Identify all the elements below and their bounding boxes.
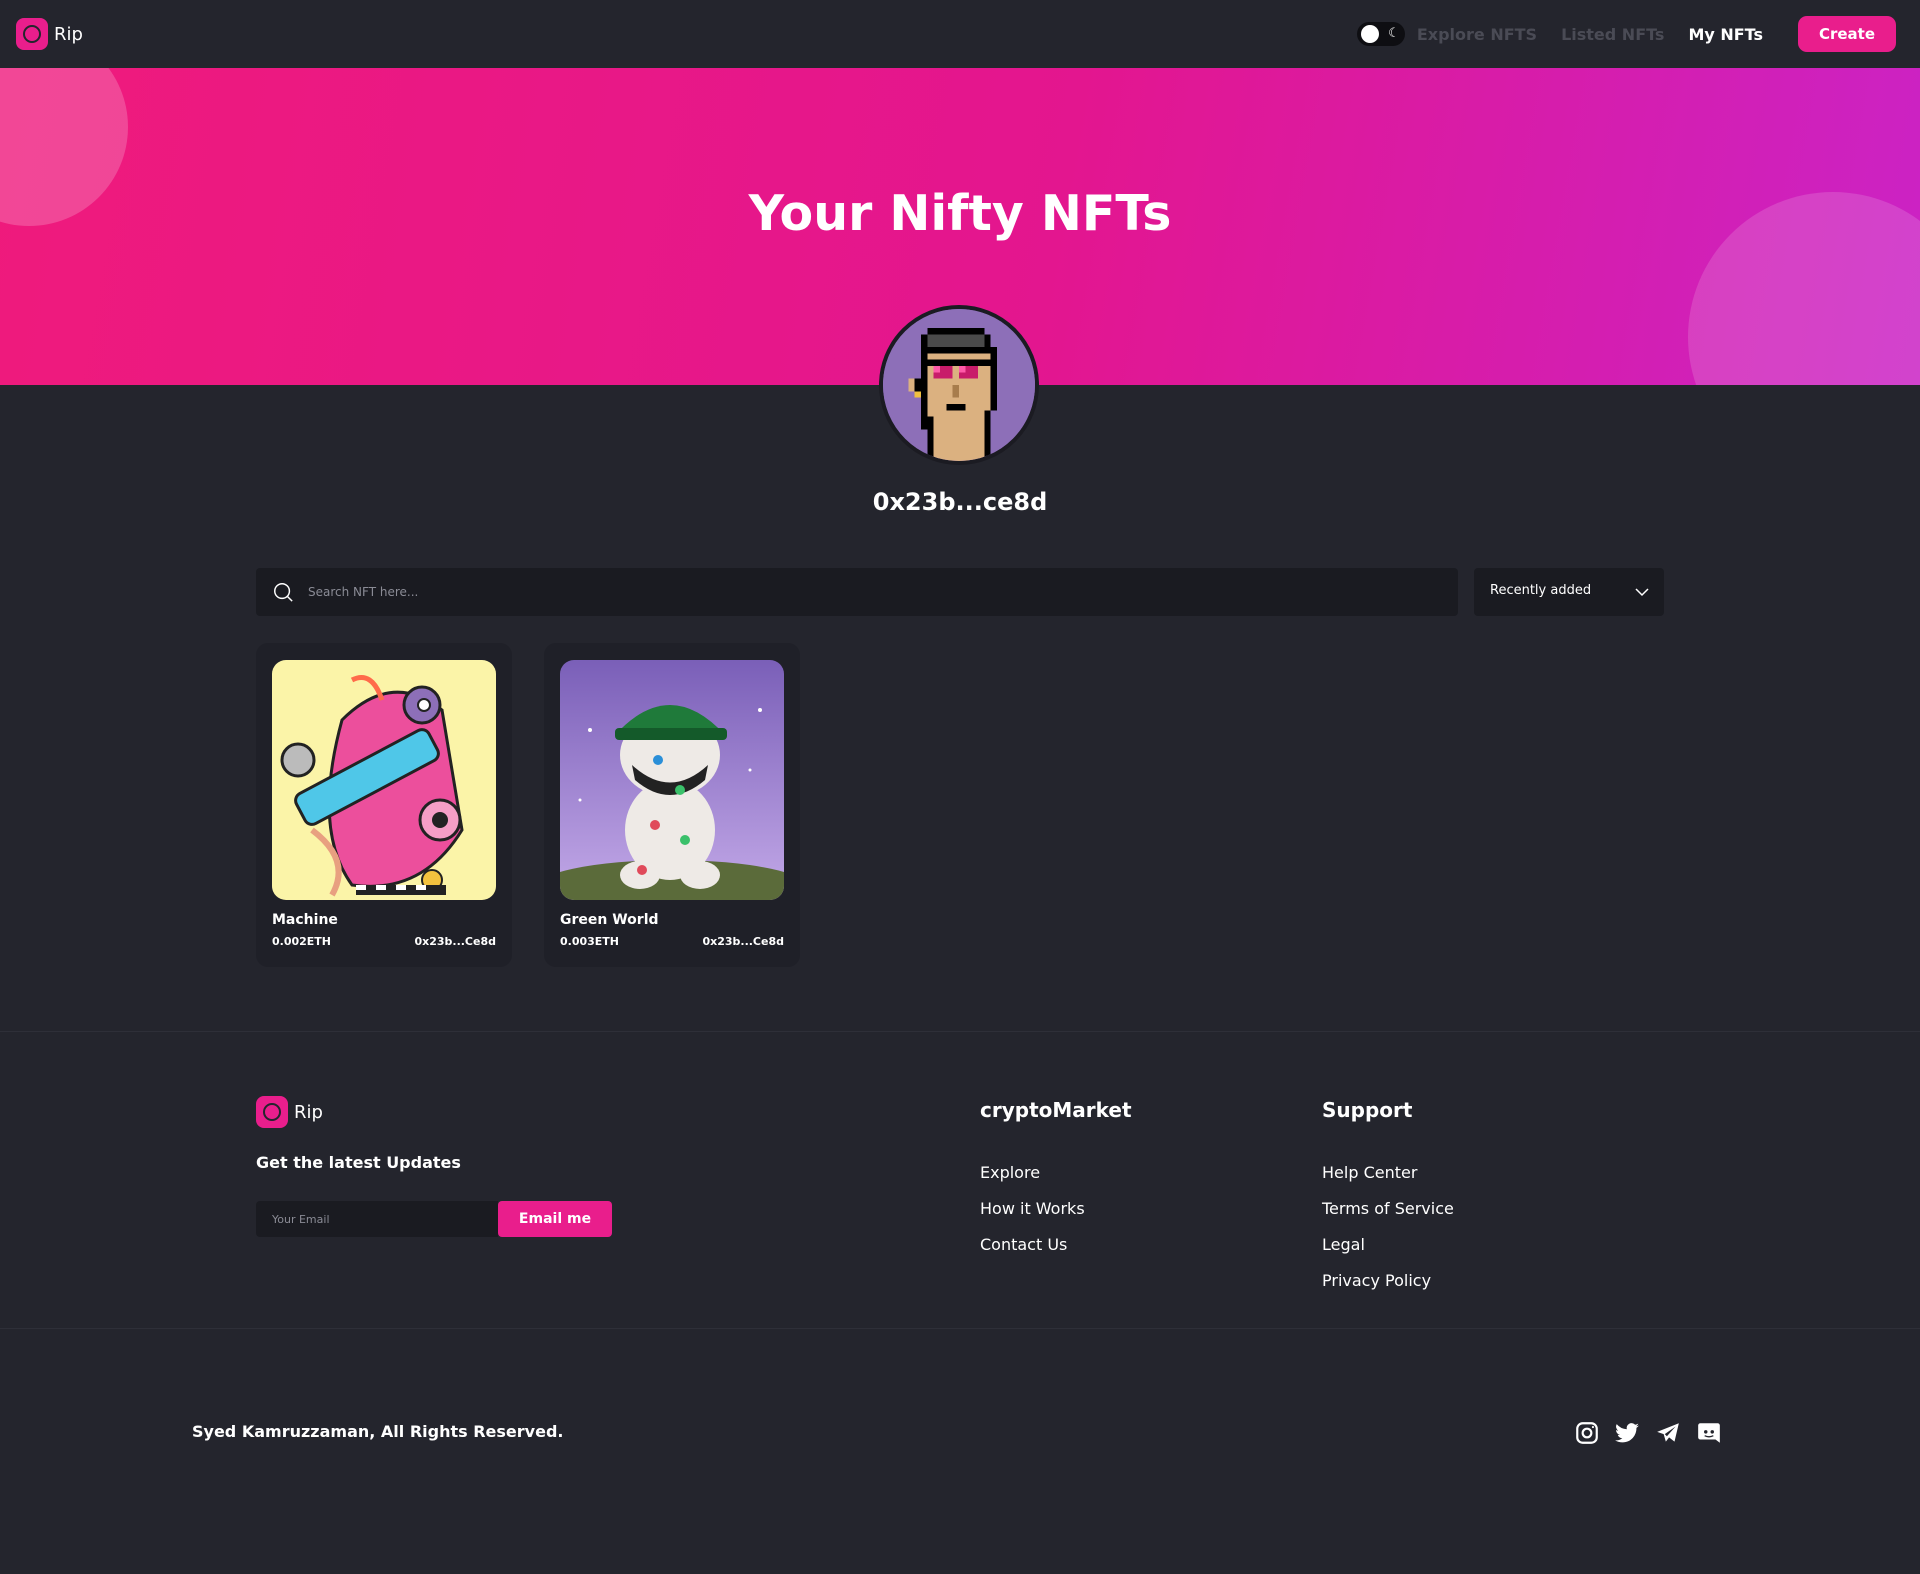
nft-card[interactable]: Green World 0.003ETH 0x23b...Ce8d [544, 643, 800, 967]
brand-name: Rip [54, 23, 83, 45]
footer-links-cryptomarket: Explore How it Works Contact Us [980, 1163, 1085, 1271]
copyright-text: Syed Kamruzzaman, All Rights Reserved. [192, 1422, 564, 1441]
nft-name: Machine [272, 912, 338, 928]
discord-icon[interactable] [1696, 1420, 1722, 1446]
footer-heading-support: Support [1322, 1098, 1413, 1122]
nav-links: ☾ Explore NFTS Listed NFTs My NFTs Creat… [1356, 16, 1896, 52]
create-button[interactable]: Create [1798, 16, 1896, 52]
search-input[interactable] [308, 568, 1438, 616]
footer-divider [0, 1031, 1920, 1032]
navbar: Rip ☾ Explore NFTS Listed NFTs My NFTs C… [0, 0, 1920, 68]
search-icon [274, 583, 293, 602]
nft-image [560, 660, 784, 900]
twitter-icon[interactable] [1614, 1420, 1640, 1446]
wallet-address: 0x23b...ce8d [872, 488, 1048, 516]
nft-image [272, 660, 496, 900]
footer-link-privacy-policy[interactable]: Privacy Policy [1322, 1271, 1454, 1307]
email-me-button[interactable]: Email me [498, 1201, 612, 1237]
nft-price: 0.003ETH [560, 935, 620, 948]
chevron-down-icon [1635, 588, 1649, 597]
nav-my-nfts[interactable]: My NFTs [1688, 25, 1763, 44]
footer-heading-cryptomarket: cryptoMarket [980, 1098, 1132, 1122]
footer-link-contact-us[interactable]: Contact Us [980, 1235, 1085, 1271]
search-bar [256, 568, 1458, 616]
footer-brand-logo[interactable]: Rip [256, 1096, 323, 1128]
avatar [879, 305, 1039, 465]
newsletter-heading: Get the latest Updates [256, 1153, 461, 1172]
nav-explore-nfts[interactable]: Explore NFTS [1417, 25, 1537, 44]
moon-icon: ☾ [1388, 26, 1400, 41]
footer-link-legal[interactable]: Legal [1322, 1235, 1454, 1271]
footer-link-how-it-works[interactable]: How it Works [980, 1199, 1085, 1235]
instagram-icon[interactable] [1574, 1420, 1600, 1446]
nft-owner: 0x23b...Ce8d [702, 935, 784, 948]
logo-icon [256, 1096, 288, 1128]
footer-link-terms-of-service[interactable]: Terms of Service [1322, 1199, 1454, 1235]
brand-logo[interactable]: Rip [16, 18, 83, 50]
sort-dropdown[interactable]: Recently added [1474, 568, 1664, 616]
nft-owner: 0x23b...Ce8d [414, 935, 496, 948]
nft-name: Green World [560, 912, 659, 928]
bottom-divider [0, 1328, 1920, 1329]
telegram-icon[interactable] [1655, 1420, 1681, 1446]
footer-link-explore[interactable]: Explore [980, 1163, 1085, 1199]
footer-links-support: Help Center Terms of Service Legal Priva… [1322, 1163, 1454, 1307]
email-field[interactable] [256, 1201, 498, 1237]
footer-brand-name: Rip [294, 1101, 323, 1123]
toggle-knob [1360, 25, 1379, 43]
theme-toggle[interactable]: ☾ [1356, 22, 1405, 46]
nav-listed-nfts[interactable]: Listed NFTs [1561, 25, 1664, 44]
sort-selected-value: Recently added [1490, 583, 1592, 598]
footer-link-help-center[interactable]: Help Center [1322, 1163, 1454, 1199]
logo-icon [16, 18, 48, 50]
nft-price: 0.002ETH [272, 935, 332, 948]
page-title: Your Nifty NFTs [748, 185, 1172, 242]
nft-card[interactable]: Machine 0.002ETH 0x23b...Ce8d [256, 643, 512, 967]
